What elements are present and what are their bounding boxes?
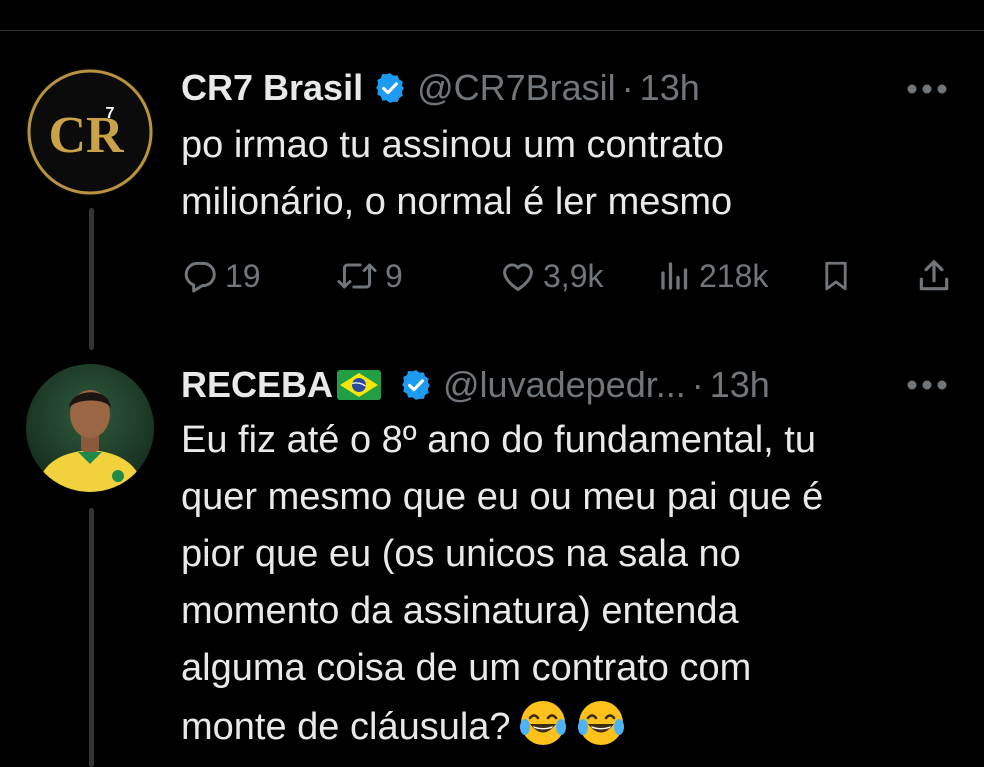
share-button[interactable] (915, 254, 953, 298)
avatar[interactable]: CR 7 (26, 68, 154, 196)
laughing-emoji-icon (577, 701, 624, 745)
laughing-emoji-icon (519, 701, 566, 745)
timestamp[interactable]: 13h (710, 363, 770, 407)
tweet-text-content: Eu fiz até o 8º ano do fundamental, tu q… (181, 419, 824, 748)
brazil-flag-icon (337, 370, 382, 400)
verified-badge-icon (376, 73, 404, 103)
reply-icon (184, 261, 216, 293)
like-button[interactable]: 3,9k (499, 254, 603, 298)
bookmark-button[interactable] (819, 254, 853, 298)
thread-line (89, 208, 94, 350)
like-icon (503, 263, 533, 291)
reply-button[interactable]: 19 (181, 254, 261, 298)
like-count: 3,9k (543, 257, 604, 294)
separator: · (621, 67, 634, 108)
retweet-button[interactable]: 9 (335, 254, 403, 298)
views-icon (661, 262, 688, 290)
thread-line (89, 508, 94, 767)
action-bar: 19 9 3,9k 218k (181, 254, 951, 298)
more-icon[interactable] (905, 378, 949, 392)
more-icon[interactable] (905, 82, 949, 96)
share-icon (919, 260, 949, 291)
handle[interactable]: @CR7Brasil (417, 66, 616, 110)
tweet-text: po irmao tu assinou um contrato milionár… (181, 124, 733, 223)
retweet-count: 9 (385, 257, 403, 294)
bookmark-icon (825, 261, 847, 291)
reply-count: 19 (225, 257, 261, 294)
verified-badge-icon (402, 370, 430, 400)
timestamp[interactable]: 13h (640, 66, 700, 110)
separator: · (691, 364, 704, 405)
avatar[interactable] (26, 364, 154, 492)
tweet-header: CR7 Brasil @CR7Brasil · 13h (181, 66, 700, 110)
views-count: 218k (699, 257, 769, 294)
avatar-logo-superscript: 7 (106, 105, 115, 122)
views-button[interactable]: 218k (657, 254, 768, 298)
handle[interactable]: @luvadepedr... (443, 363, 686, 407)
display-name[interactable]: RECEBA (181, 363, 333, 407)
tweet-header: RECEBA @luvadepedr... · 13h (181, 363, 770, 407)
tweet-text: Eu fiz até o 8º ano do fundamental, tu q… (181, 412, 823, 756)
retweet-icon (337, 263, 377, 289)
user-photo-avatar (26, 364, 154, 492)
display-name[interactable]: CR7 Brasil (181, 66, 363, 110)
cr7-logo-icon: CR 7 (26, 68, 154, 196)
top-divider (0, 30, 984, 31)
